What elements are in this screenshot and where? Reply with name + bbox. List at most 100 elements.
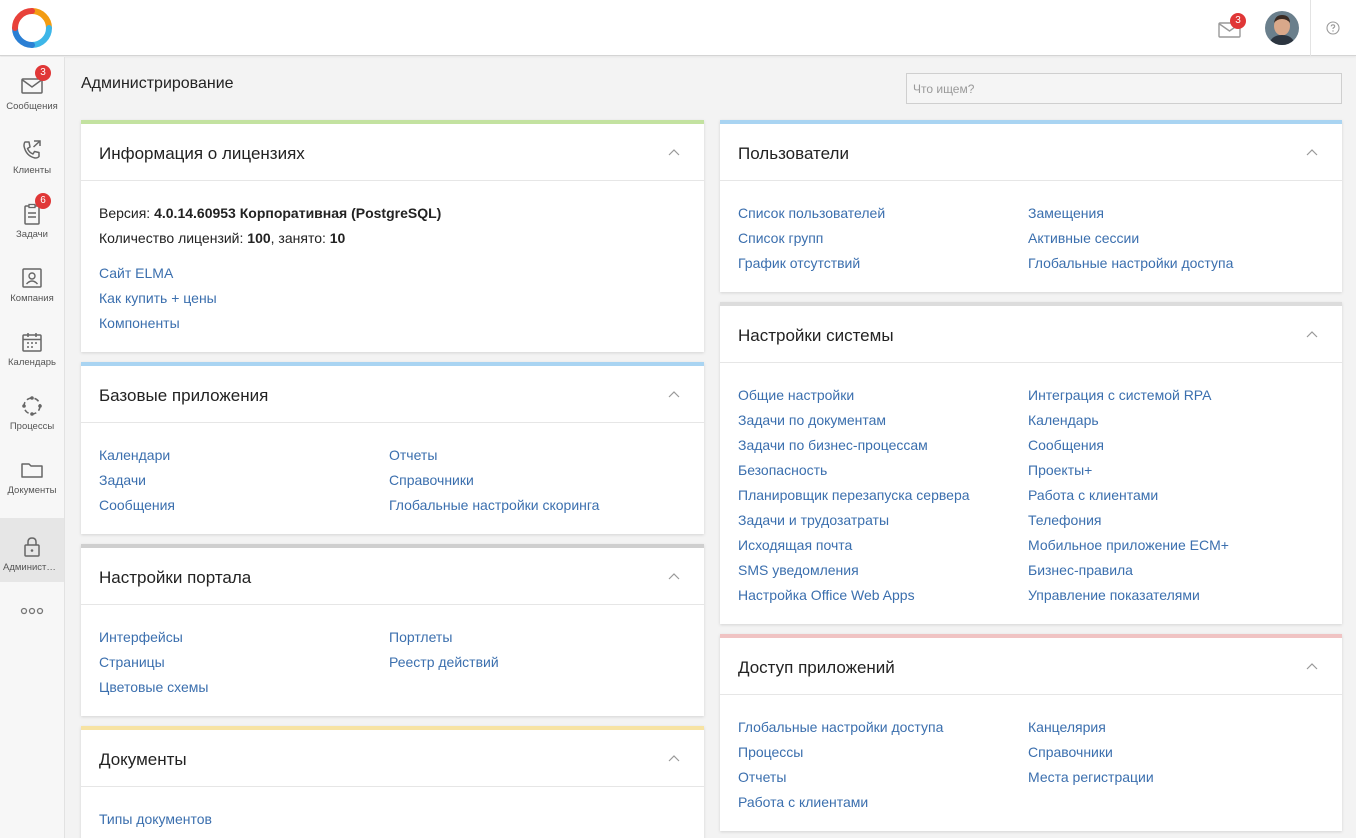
sidebar-item-company[interactable]: Компания xyxy=(0,249,64,313)
link-global-access-settings[interactable]: Глобальные настройки доступа xyxy=(1028,251,1233,276)
link-directories[interactable]: Справочники xyxy=(1028,740,1154,765)
panel-header: Пользователи xyxy=(720,124,1342,181)
link-reports[interactable]: Отчеты xyxy=(389,443,599,468)
sidebar-item-label: Процессы xyxy=(9,421,55,432)
panel-title: Информация о лицензиях xyxy=(99,144,305,163)
link-document-tasks[interactable]: Задачи по документам xyxy=(738,408,970,433)
link-client-work[interactable]: Работа с клиентами xyxy=(738,790,943,815)
link-messages[interactable]: Сообщения xyxy=(99,493,175,518)
link-calendar[interactable]: Календарь xyxy=(1028,408,1229,433)
link-absence-schedule[interactable]: График отсутствий xyxy=(738,251,885,276)
sidebar-item-label: Календарь xyxy=(8,357,56,368)
phone-icon xyxy=(23,140,41,159)
link-how-to-buy[interactable]: Как купить + цены xyxy=(99,286,686,311)
license-busy-value: 10 xyxy=(329,230,346,246)
app-access-panel: Доступ приложений Глобальные настройки д… xyxy=(720,634,1342,831)
link-registration-places[interactable]: Места регистрации xyxy=(1028,765,1154,790)
basic-apps-panel: Базовые приложения Календари Задачи Сооб… xyxy=(81,362,704,534)
link-tasks-and-timesheets[interactable]: Задачи и трудозатраты xyxy=(738,508,970,533)
link-tasks[interactable]: Задачи xyxy=(99,468,175,493)
link-color-schemes[interactable]: Цветовые схемы xyxy=(99,675,209,700)
link-processes[interactable]: Процессы xyxy=(738,740,943,765)
sidebar-item-tasks[interactable]: 6 Задачи xyxy=(0,185,64,249)
question-circle-icon[interactable] xyxy=(1326,21,1340,35)
link-reports[interactable]: Отчеты xyxy=(738,765,943,790)
chevron-up-icon[interactable] xyxy=(1306,148,1318,156)
sidebar-item-label: Сообщения xyxy=(6,101,58,112)
chevron-up-icon[interactable] xyxy=(668,390,680,398)
sidebar-item-messages[interactable]: 3 Сообщения xyxy=(0,57,64,121)
elma-logo-icon[interactable] xyxy=(12,8,52,48)
link-sms-notifications[interactable]: SMS уведомления xyxy=(738,558,970,583)
link-interfaces[interactable]: Интерфейсы xyxy=(99,625,209,650)
sidebar-item-calendar[interactable]: Календарь xyxy=(0,313,64,377)
chevron-up-icon[interactable] xyxy=(668,572,680,580)
sidebar-item-label: Документы xyxy=(7,485,57,496)
version-line: Версия: 4.0.14.60953 Корпоративная (Post… xyxy=(99,201,686,226)
panel-header: Доступ приложений xyxy=(720,638,1342,695)
panel-header: Информация о лицензиях xyxy=(81,124,704,181)
link-client-work[interactable]: Работа с клиентами xyxy=(1028,483,1229,508)
link-global-scoring-settings[interactable]: Глобальные настройки скоринга xyxy=(389,493,599,518)
link-office-web-apps[interactable]: Настройка Office Web Apps xyxy=(738,583,970,608)
portal-settings-panel: Настройки портала Интерфейсы Страницы Цв… xyxy=(81,544,704,716)
search-input[interactable] xyxy=(906,73,1342,104)
sidebar-item-label: Клиенты xyxy=(12,165,52,176)
link-document-types[interactable]: Типы документов xyxy=(99,807,686,832)
chevron-up-icon[interactable] xyxy=(668,148,680,156)
link-rpa-integration[interactable]: Интеграция с системой RPA xyxy=(1028,383,1229,408)
panel-header: Базовые приложения xyxy=(81,366,704,423)
sidebar-item-administration[interactable]: Администрирование xyxy=(0,518,64,582)
system-settings-panel: Настройки системы Общие настройки Задачи… xyxy=(720,302,1342,624)
link-active-sessions[interactable]: Активные сессии xyxy=(1028,226,1233,251)
sidebar-item-clients[interactable]: Клиенты xyxy=(0,121,64,185)
link-telephony[interactable]: Телефония xyxy=(1028,508,1229,533)
link-bp-tasks[interactable]: Задачи по бизнес-процессам xyxy=(738,433,970,458)
sidebar-item-documents[interactable]: Документы xyxy=(0,441,64,505)
panel-header: Настройки портала xyxy=(81,548,704,605)
top-messages-button[interactable]: 3 xyxy=(1218,13,1246,39)
chevron-up-icon[interactable] xyxy=(668,754,680,762)
panel-title: Настройки системы xyxy=(738,326,894,345)
link-mobile-app[interactable]: Мобильное приложение ECM+ xyxy=(1028,533,1229,558)
messages-badge: 3 xyxy=(1230,13,1246,29)
link-security[interactable]: Безопасность xyxy=(738,458,970,483)
link-calendars[interactable]: Календари xyxy=(99,443,175,468)
sidebar-item-label: Компания xyxy=(10,293,54,304)
documents-panel: Документы Типы документов xyxy=(81,726,704,838)
link-group-list[interactable]: Список групп xyxy=(738,226,885,251)
license-busy-label: , занято: xyxy=(270,230,330,246)
link-business-rules[interactable]: Бизнес-правила xyxy=(1028,558,1229,583)
link-projects[interactable]: Проекты+ xyxy=(1028,458,1229,483)
panel-title: Документы xyxy=(99,750,187,769)
link-portlets[interactable]: Портлеты xyxy=(389,625,499,650)
link-pages[interactable]: Страницы xyxy=(99,650,209,675)
folder-icon xyxy=(21,463,43,478)
top-bar: 3 xyxy=(0,0,1356,56)
link-kpi-management[interactable]: Управление показателями xyxy=(1028,583,1229,608)
link-user-list[interactable]: Список пользователей xyxy=(738,201,885,226)
panel-title: Доступ приложений xyxy=(738,658,895,677)
more-dots-icon[interactable] xyxy=(20,605,44,617)
license-count-label: Количество лицензий: xyxy=(99,230,248,246)
link-global-access-settings[interactable]: Глобальные настройки доступа xyxy=(738,715,943,740)
link-outgoing-mail[interactable]: Исходящая почта xyxy=(738,533,970,558)
lock-icon xyxy=(24,537,40,557)
topbar-divider xyxy=(1310,0,1311,56)
link-messages[interactable]: Сообщения xyxy=(1028,433,1229,458)
link-elma-site[interactable]: Сайт ELMA xyxy=(99,261,686,286)
link-components[interactable]: Компоненты xyxy=(99,311,686,336)
user-avatar[interactable] xyxy=(1265,11,1299,45)
link-action-registry[interactable]: Реестр действий xyxy=(389,650,499,675)
link-substitutions[interactable]: Замещения xyxy=(1028,201,1233,226)
link-general-settings[interactable]: Общие настройки xyxy=(738,383,970,408)
sidebar-item-processes[interactable]: Процессы xyxy=(0,377,64,441)
panel-title: Базовые приложения xyxy=(99,386,269,405)
chevron-up-icon[interactable] xyxy=(1306,330,1318,338)
link-directories[interactable]: Справочники xyxy=(389,468,599,493)
version-value: 4.0.14.60953 Корпоративная (PostgreSQL) xyxy=(154,205,442,221)
company-icon xyxy=(22,268,42,288)
chevron-up-icon[interactable] xyxy=(1306,662,1318,670)
link-office[interactable]: Канцелярия xyxy=(1028,715,1154,740)
link-restart-scheduler[interactable]: Планировщик перезапуска сервера xyxy=(738,483,970,508)
